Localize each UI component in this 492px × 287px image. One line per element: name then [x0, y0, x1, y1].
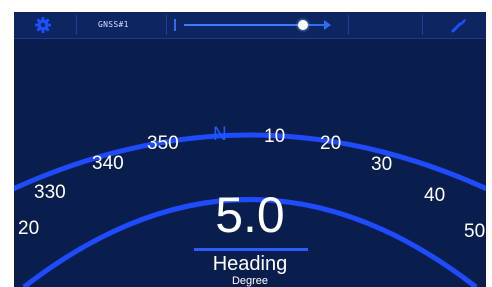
heading-underline	[194, 248, 308, 251]
heading-label: Heading	[212, 253, 288, 275]
compass-dial: 20 330 340 350 N 10 20 30 40 50	[14, 124, 486, 287]
compass-tick-label-30: 30	[371, 154, 392, 175]
toolbar-divider	[348, 15, 349, 35]
range-slider[interactable]	[174, 17, 336, 33]
compass-tick-label-40: 40	[424, 185, 445, 206]
slider-knob[interactable]	[298, 20, 308, 30]
compass-tick-label-north: N	[213, 124, 227, 145]
compass-tick-label-340: 340	[92, 153, 124, 174]
top-toolbar: GNSS#1	[14, 12, 486, 39]
slider-start-mark	[174, 19, 176, 31]
wrench-icon[interactable]	[450, 16, 468, 34]
source-label[interactable]: GNSS#1	[98, 20, 129, 29]
compass-tick-label-20: 20	[320, 133, 341, 154]
slider-fill	[184, 24, 303, 26]
heading-value: 5.0	[215, 187, 285, 243]
compass-tick-label-20-left: 20	[18, 218, 39, 239]
heading-unit: Degree	[231, 275, 269, 287]
compass-tick-label-350: 350	[147, 133, 179, 154]
compass-tick-label-10: 10	[264, 126, 285, 147]
compass-tick-label-330: 330	[34, 182, 66, 203]
gear-icon[interactable]	[34, 16, 52, 34]
toolbar-divider	[166, 15, 167, 35]
toolbar-divider	[422, 15, 423, 35]
compass-tick-label-50: 50	[464, 221, 485, 242]
slider-arrow-icon	[324, 20, 331, 30]
instrument-screen: 20 330 340 350 N 10 20 30 40 50 GNSS#1 5…	[14, 12, 486, 287]
toolbar-divider	[76, 15, 77, 35]
